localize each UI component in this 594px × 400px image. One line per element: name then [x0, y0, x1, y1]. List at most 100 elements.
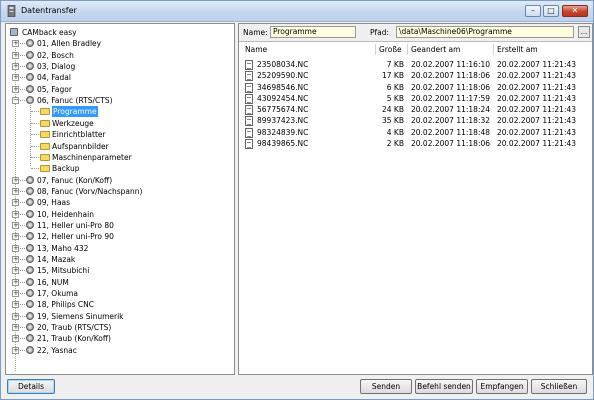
tree-item-folder[interactable]: Aufspannbilder	[6, 141, 231, 152]
tree-item-machine[interactable]: +09, Haas	[6, 197, 231, 208]
folder-icon	[40, 119, 50, 127]
tree-item-folder[interactable]: Werkzeuge	[6, 118, 231, 129]
machine-gear-icon	[26, 209, 34, 218]
expand-toggle-icon[interactable]: +	[12, 187, 19, 195]
browse-button[interactable]: ...	[578, 26, 590, 38]
tree-item-machine[interactable]: +02, Bosch	[6, 50, 231, 61]
column-header-created[interactable]: Erstellt am	[497, 45, 538, 54]
machine-gear-icon	[26, 334, 34, 343]
folder-icon	[40, 142, 50, 150]
tree-item-folder[interactable]: Maschinenparameter	[6, 152, 231, 163]
column-header-size[interactable]: Große	[379, 45, 402, 54]
path-label: Pfad:	[370, 28, 390, 37]
tree-item-machine[interactable]: +14, Mazak	[6, 254, 231, 265]
file-row[interactable]: 98439865.NC 2 KB 20.02.2007 11:18:06 20.02.…	[239, 138, 592, 149]
tree-item-label: 19, Siemens Sinumerik	[37, 311, 124, 321]
tree-connector	[31, 145, 39, 147]
file-row[interactable]: 89937423.NC 35 KB 20.02.2007 11:18:32 20.02…	[239, 115, 592, 127]
tree-item-label: 12, Heller uni-Pro 90	[37, 232, 114, 242]
tree-item-machine[interactable]: +03, Dialog	[6, 61, 231, 72]
expand-toggle-icon[interactable]: +	[12, 176, 19, 184]
details-button[interactable]: Details	[7, 379, 55, 394]
send-command-button[interactable]: Befehl senden	[415, 379, 473, 394]
tree-connector	[20, 338, 25, 340]
tree-item-label: 16, NUM	[37, 277, 69, 287]
column-header-name[interactable]: Name	[245, 45, 267, 54]
name-field[interactable]: Programme	[270, 26, 356, 38]
expand-toggle-icon[interactable]: +	[12, 233, 19, 241]
tree-item-label: 15, Mitsubichi	[37, 266, 90, 276]
expand-toggle-icon[interactable]: +	[12, 85, 19, 93]
path-field[interactable]: \data\Maschine06\Programme	[396, 26, 574, 38]
tree-item-machine[interactable]: +10, Heidenhain	[6, 209, 231, 220]
expand-toggle-icon[interactable]: +	[12, 40, 19, 48]
file-row[interactable]: 43092454.NC 5 KB 20.02.2007 11:17:59 20.02.…	[239, 93, 592, 104]
tree-item-machine[interactable]: +08, Fanuc (Vorv/Nachspann)	[6, 186, 231, 197]
expand-toggle-icon[interactable]: +	[12, 74, 19, 82]
machine-gear-icon	[26, 243, 34, 252]
file-row[interactable]: 56775674.NC 24 KB 20.02.2007 11:18:24 20.02…	[239, 104, 592, 115]
tree-item-machine[interactable]: +12, Heller uni-Pro 90	[6, 231, 231, 242]
expand-toggle-icon[interactable]: +	[12, 324, 19, 332]
expand-toggle-icon[interactable]: −	[12, 97, 19, 105]
tree-item-machine[interactable]: +21, Traub (Kon/Koff)	[6, 333, 231, 344]
minimize-button[interactable]: –	[525, 5, 541, 17]
tree-connector	[20, 327, 25, 329]
tree-item-folder[interactable]: Programme	[6, 106, 231, 118]
tree-item-machine[interactable]: +11, Heller uni-Pro 80	[6, 220, 231, 231]
tree-connector	[31, 168, 39, 170]
machine-gear-icon	[26, 323, 34, 332]
tree-item-folder[interactable]: Einrichtblatter	[6, 129, 231, 140]
tree-item-machine[interactable]: +05, Fagor	[6, 84, 231, 95]
tree-item-machine[interactable]: +18, Philips CNC	[6, 299, 231, 310]
expand-toggle-icon[interactable]: +	[12, 335, 19, 343]
tree-item-machine[interactable]: +04, Fadal	[6, 72, 231, 83]
file-row[interactable]: 25209590.NC 17 KB 20.02.2007 11:18:06 20.02…	[239, 70, 592, 82]
file-row[interactable]: 23508034.NC 7 KB 20.02.2007 11:16:10 20.02.…	[239, 59, 592, 70]
tree-item-machine[interactable]: +15, Mitsubichi	[6, 265, 231, 276]
expand-toggle-icon[interactable]: +	[12, 290, 19, 298]
file-created: 20.02.2007 11:21:43	[497, 82, 577, 92]
file-created: 20.02.2007 11:21:43	[497, 60, 577, 69]
tree-connector	[20, 202, 25, 204]
expand-toggle-icon[interactable]: +	[12, 267, 19, 275]
send-button[interactable]: Senden	[360, 379, 412, 394]
expand-toggle-icon[interactable]: +	[12, 278, 19, 286]
tree-item-machine[interactable]: − 06, Fanuc (RTS/CTS)	[6, 95, 231, 106]
tree-item-machine[interactable]: +01, Allen Bradley	[6, 38, 231, 49]
expand-toggle-icon[interactable]: +	[12, 346, 19, 354]
expand-toggle-icon[interactable]: +	[12, 244, 19, 252]
machine-gear-icon	[26, 300, 34, 309]
expand-toggle-icon[interactable]: +	[12, 312, 19, 320]
computer-icon	[10, 28, 18, 36]
tree-connector	[20, 247, 25, 249]
tree-item-machine[interactable]: +20, Traub (RTS/CTS)	[6, 322, 231, 333]
tree-item-folder[interactable]: Backup	[6, 163, 231, 174]
tree-root[interactable]: CAMback easy	[8, 27, 228, 38]
close-dialog-button[interactable]: Schließen	[531, 379, 587, 394]
tree-item-machine[interactable]: +22, Yasnac	[6, 345, 231, 356]
tree-item-machine[interactable]: +16, NUM	[6, 277, 231, 288]
path-bar: Name: Programme Pfad: \data\Maschine06\P…	[239, 24, 592, 42]
expand-toggle-icon[interactable]: +	[12, 301, 19, 309]
receive-button[interactable]: Empfangen	[476, 379, 528, 394]
column-header-modified[interactable]: Geandert am	[411, 45, 460, 54]
file-row[interactable]: 34698546.NC 6 KB 20.02.2007 11:18:06 20.02.…	[239, 82, 592, 93]
close-button[interactable]: ✕	[562, 5, 588, 17]
expand-toggle-icon[interactable]: +	[12, 221, 19, 229]
file-size: 24 KB	[382, 105, 404, 114]
tree-item-machine[interactable]: +13, Maho 432	[6, 243, 231, 254]
tree-item-machine[interactable]: +17, Okuma	[6, 288, 231, 299]
file-row[interactable]: 98324839.NC 4 KB 20.02.2007 11:18:48 20.02.…	[239, 127, 592, 138]
maximize-button[interactable]: □	[543, 5, 559, 17]
tree-item-machine[interactable]: +07, Fanuc (Kon/Koff)	[6, 175, 231, 186]
tree-item-label: Aufspannbilder	[52, 141, 109, 151]
machine-tree[interactable]: CAMback easy +01, Allen Bradley +02, Bosch…	[5, 23, 235, 375]
expand-toggle-icon[interactable]: +	[12, 63, 19, 71]
expand-toggle-icon[interactable]: +	[12, 256, 19, 263]
nc-file-icon	[245, 71, 253, 82]
expand-toggle-icon[interactable]: +	[12, 210, 19, 218]
expand-toggle-icon[interactable]: +	[12, 199, 19, 207]
expand-toggle-icon[interactable]: +	[12, 51, 19, 59]
tree-item-machine[interactable]: +19, Siemens Sinumerik	[6, 311, 231, 322]
